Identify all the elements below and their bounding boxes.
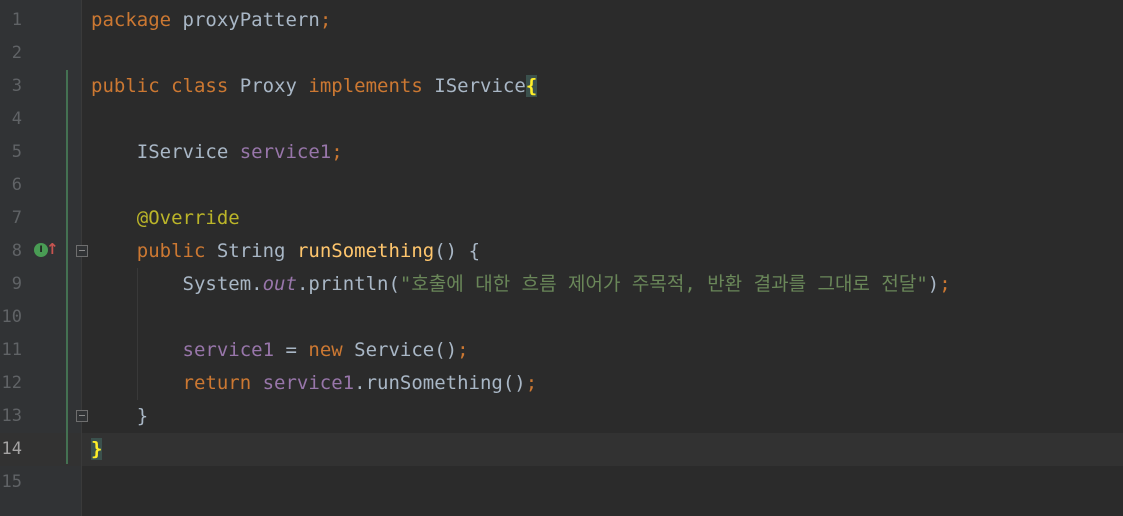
class-name-token: Proxy xyxy=(239,75,297,97)
code-text[interactable]: return service1.runSomething(); xyxy=(91,367,538,400)
line-number: 11 xyxy=(1,340,22,360)
class-ref-token: System xyxy=(182,273,252,295)
line-number: 8 xyxy=(11,241,22,261)
line-number: 10 xyxy=(1,307,22,327)
code-text[interactable]: IService service1; xyxy=(91,136,343,169)
line-number: 7 xyxy=(11,208,22,228)
line-number: 1 xyxy=(11,10,22,30)
line-number: 2 xyxy=(11,43,22,63)
indent-guide xyxy=(137,268,138,400)
keyword-token: package xyxy=(91,9,172,31)
keyword-token: public xyxy=(91,75,160,97)
annotation-token: @Override xyxy=(136,207,240,229)
method-call-token: .println( xyxy=(296,273,400,295)
paren-token: ) xyxy=(927,273,940,295)
code-text[interactable]: service1 = new Service(); xyxy=(91,334,469,367)
semicolon-token: ; xyxy=(939,273,951,295)
interface-name-token: IService xyxy=(434,75,526,97)
code-text[interactable]: public String runSomething() { xyxy=(91,235,480,268)
matched-brace: { xyxy=(525,75,538,97)
line-number: 3 xyxy=(11,76,22,96)
code-line[interactable]: 13 } xyxy=(0,400,1123,433)
method-call-token: .runSomething() xyxy=(354,372,526,394)
line-number: 6 xyxy=(11,175,22,195)
keyword-token: class xyxy=(171,75,229,97)
type-token: IService xyxy=(136,141,229,163)
code-line[interactable]: 6 xyxy=(0,169,1123,202)
code-line[interactable]: 3 public class Proxy implements IService… xyxy=(0,70,1123,103)
semicolon-token: ; xyxy=(457,339,469,361)
code-line[interactable]: 4 xyxy=(0,103,1123,136)
code-text[interactable]: package proxyPattern; xyxy=(91,4,331,37)
code-line[interactable]: 5 IService service1; xyxy=(0,136,1123,169)
line-number: 5 xyxy=(11,142,22,162)
code-line[interactable]: 9 System.out.println("호출에 대한 흐름 제어가 주목적,… xyxy=(0,268,1123,301)
field-token: service1 xyxy=(182,339,275,361)
dot-token: . xyxy=(251,273,263,295)
line-number: 15 xyxy=(1,472,22,492)
current-code-line[interactable]: 14 } xyxy=(0,433,1123,466)
parens-token: () xyxy=(434,339,458,361)
keyword-token: public xyxy=(136,240,206,262)
fold-end-icon[interactable] xyxy=(76,410,88,422)
code-line[interactable]: 1 package proxyPattern; xyxy=(0,4,1123,37)
code-line[interactable]: 12 return service1.runSomething(); xyxy=(0,367,1123,400)
field-token: service1 xyxy=(239,141,332,163)
keyword-token: return xyxy=(182,372,252,394)
code-text[interactable]: System.out.println("호출에 대한 흐름 제어가 주목적, 반… xyxy=(91,268,951,301)
code-line[interactable]: 7 @Override xyxy=(0,202,1123,235)
semicolon-token: ; xyxy=(525,372,538,394)
brace-token: } xyxy=(136,405,149,427)
identifier-token: proxyPattern xyxy=(182,9,320,31)
code-line[interactable]: 8 public String runSomething() { xyxy=(0,235,1123,268)
line-number: 9 xyxy=(11,274,22,294)
vcs-change-marker[interactable] xyxy=(66,70,68,464)
code-line[interactable]: 15 xyxy=(0,466,1123,499)
code-text[interactable]: public class Proxy implements IService{ xyxy=(91,70,538,103)
code-line[interactable]: 10 xyxy=(0,301,1123,334)
semicolon-token: ; xyxy=(319,9,332,31)
brace-token: { xyxy=(468,240,481,262)
line-number: 4 xyxy=(11,109,22,129)
code-editor[interactable]: 1 package proxyPattern; 2 3 public class… xyxy=(0,0,1123,516)
parens-token: () xyxy=(434,240,458,262)
line-number: 14 xyxy=(1,439,22,459)
matched-brace: } xyxy=(91,438,103,460)
keyword-token: implements xyxy=(308,75,423,97)
string-literal-token: "호출에 대한 흐름 제어가 주목적, 반환 결과를 그대로 전달" xyxy=(399,273,928,295)
semicolon-token: ; xyxy=(331,141,343,163)
gutter-divider xyxy=(81,0,82,516)
class-name-token: Service xyxy=(354,339,435,361)
keyword-token: new xyxy=(308,339,343,361)
overrides-arrow-icon[interactable]: ↑ xyxy=(46,240,59,258)
code-text[interactable]: @Override xyxy=(91,202,240,235)
line-number: 13 xyxy=(1,406,22,426)
fold-collapse-icon[interactable] xyxy=(76,245,88,257)
static-field-token: out xyxy=(262,273,297,295)
line-number: 12 xyxy=(1,373,22,393)
code-text[interactable]: } xyxy=(91,400,148,433)
code-line[interactable]: 11 service1 = new Service(); xyxy=(0,334,1123,367)
code-text[interactable]: } xyxy=(91,433,103,466)
field-token: service1 xyxy=(262,372,355,394)
operator-token: = xyxy=(285,339,297,361)
type-token: String xyxy=(216,240,286,262)
method-name-token: runSomething xyxy=(296,240,435,262)
code-line[interactable]: 2 xyxy=(0,37,1123,70)
